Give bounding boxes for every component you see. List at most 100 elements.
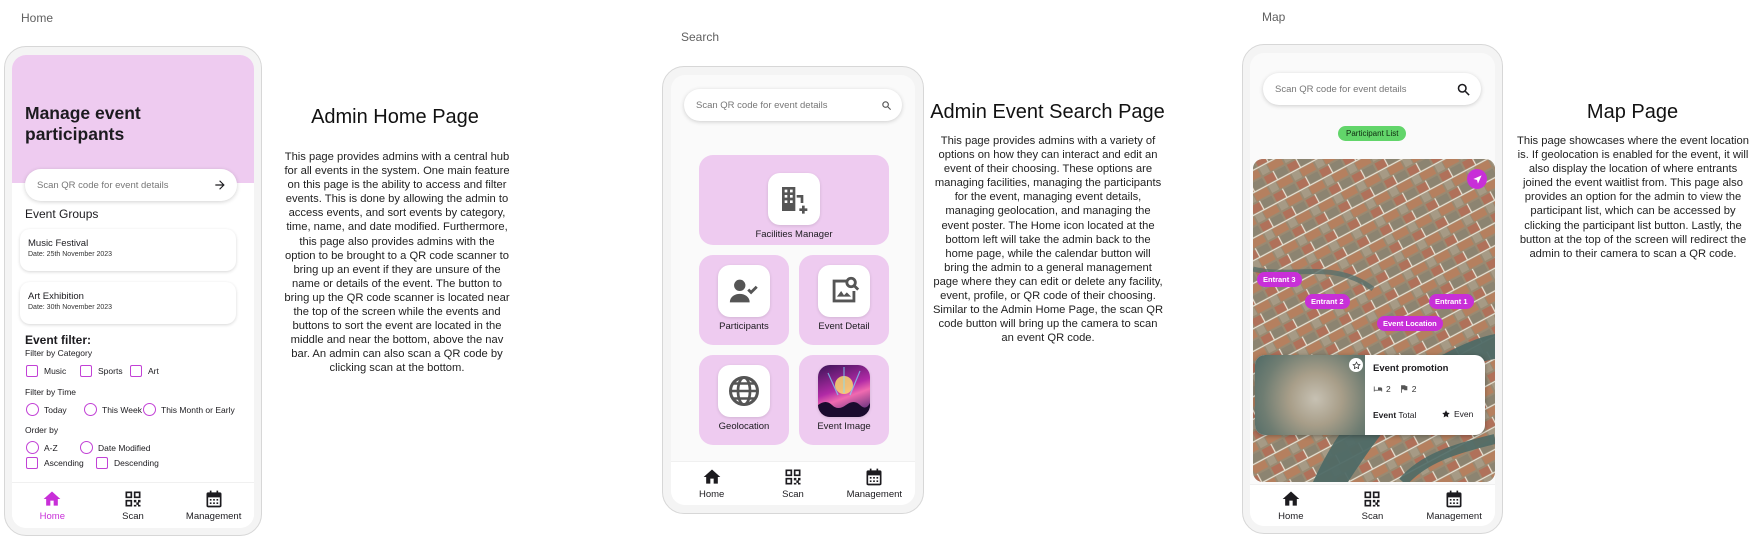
arrow-right-icon[interactable] xyxy=(213,178,227,192)
navigation-arrow-icon xyxy=(1472,174,1482,184)
globe-icon xyxy=(729,376,759,406)
nav-management[interactable]: Management xyxy=(1419,489,1489,522)
event-name: Art Exhibition xyxy=(28,291,84,302)
search-icon[interactable] xyxy=(1456,82,1471,97)
checkbox-art[interactable]: Art xyxy=(130,365,159,377)
promo-title: Event promotion xyxy=(1373,363,1449,374)
bottom-nav: Home Scan Management xyxy=(671,461,915,505)
entrant-1-marker[interactable]: Entrant 1 xyxy=(1429,294,1474,309)
search-input[interactable]: Scan QR code for event details xyxy=(1275,84,1456,95)
geolocation-tile[interactable]: Geolocation xyxy=(699,355,789,445)
filter-heading: Event filter: xyxy=(25,333,92,347)
checkbox-sports[interactable]: Sports xyxy=(80,365,123,377)
radio[interactable] xyxy=(26,441,39,454)
search-desc-body: This page provides admins with a variety… xyxy=(932,135,1164,345)
calendar-icon xyxy=(866,468,882,486)
nav-home[interactable]: Home xyxy=(17,489,87,522)
checkbox[interactable] xyxy=(130,365,142,377)
calendar-icon xyxy=(1446,490,1462,508)
radio[interactable] xyxy=(143,403,156,416)
home-screen: Manage event participants Scan QR code f… xyxy=(12,55,254,528)
radio-this-week[interactable]: This Week xyxy=(84,403,142,416)
nav-management[interactable]: Management xyxy=(179,489,249,522)
home-desc-title: Admin Home Page xyxy=(311,106,479,128)
map-screen: Scan QR code for event details Participa… xyxy=(1250,53,1495,526)
frame-label-home: Home xyxy=(21,11,54,25)
tile-label: Facilities Manager xyxy=(755,229,833,240)
radio[interactable] xyxy=(80,441,93,454)
filter-category-label: Filter by Category xyxy=(25,348,93,358)
qr-code-icon xyxy=(785,469,801,485)
star-outline-icon xyxy=(1351,360,1361,369)
search-phone-frame: Scan QR code for event details Facilitie… xyxy=(662,66,924,514)
nav-home[interactable]: Home xyxy=(1256,489,1326,522)
locate-button[interactable] xyxy=(1467,169,1487,189)
building-add-icon xyxy=(782,187,808,214)
home-icon xyxy=(43,491,61,506)
favorite-button[interactable] xyxy=(1349,358,1363,372)
event-name: Music Festival xyxy=(28,238,89,249)
event-detail-tile[interactable]: Event Detail xyxy=(799,255,889,345)
page-title: Manage event participants xyxy=(25,103,141,144)
home-icon xyxy=(703,469,720,484)
map-view[interactable]: Entrant 3 Entrant 2 Entrant 1 Event Loca… xyxy=(1253,159,1495,482)
entrant-2-marker[interactable]: Entrant 2 xyxy=(1305,294,1350,309)
checkbox[interactable] xyxy=(80,365,92,377)
search-bar[interactable]: Scan QR code for event details xyxy=(684,89,902,121)
search-screen: Scan QR code for event details Facilitie… xyxy=(671,75,915,505)
tile-label: Geolocation xyxy=(718,421,770,432)
checkbox[interactable] xyxy=(96,457,108,469)
nav-home[interactable]: Home xyxy=(677,467,747,500)
checkbox-music[interactable]: Music xyxy=(26,365,66,377)
search-icon[interactable] xyxy=(881,100,892,111)
event-image-tile[interactable]: Event Image xyxy=(799,355,889,445)
tile-label: Event Detail xyxy=(818,321,870,332)
radio-this-month[interactable]: This Month or Early xyxy=(143,403,235,416)
frame-label-map: Map xyxy=(1262,10,1286,24)
promo-rating: Even xyxy=(1441,409,1473,419)
event-promotion-card[interactable]: Event promotion 2 2 Event Total Even xyxy=(1255,355,1485,435)
home-phone-frame: Manage event participants Scan QR code f… xyxy=(4,46,262,536)
map-desc-title: Map Page xyxy=(1586,101,1679,123)
search-bar[interactable]: Scan QR code for event details xyxy=(25,169,237,201)
frame-label-search: Search xyxy=(681,30,720,44)
nav-scan[interactable]: Scan xyxy=(758,467,828,500)
event-card[interactable]: Art Exhibition Date: 30th November 2023 xyxy=(20,282,236,324)
radio[interactable] xyxy=(26,403,39,416)
promo-stats: 2 2 xyxy=(1373,384,1416,394)
tile-label: Event Image xyxy=(817,421,871,432)
radio[interactable] xyxy=(84,403,97,416)
event-date: Date: 30th November 2023 xyxy=(28,304,113,311)
radio-date-modified[interactable]: Date Modified xyxy=(80,441,150,454)
participants-icon-box xyxy=(718,265,770,317)
radio-today[interactable]: Today xyxy=(26,403,67,416)
checkbox[interactable] xyxy=(26,457,38,469)
star-icon xyxy=(1442,410,1450,418)
nav-scan[interactable]: Scan xyxy=(98,489,168,522)
event-card[interactable]: Music Festival Date: 25th November 2023 xyxy=(20,229,236,271)
facilities-manager-tile[interactable]: Facilities Manager xyxy=(699,155,889,245)
checkbox-ascending[interactable]: Ascending xyxy=(26,457,84,469)
home-desc-body: This page provides admins with a central… xyxy=(284,151,510,375)
participant-list-button[interactable]: Participant List xyxy=(1338,126,1407,141)
home-icon xyxy=(1282,491,1300,506)
radio-a-z[interactable]: A-Z xyxy=(26,441,58,454)
checkbox-descending[interactable]: Descending xyxy=(96,457,159,469)
order-label: Order by xyxy=(25,425,59,435)
search-input[interactable]: Scan QR code for event details xyxy=(37,180,213,191)
event-groups-heading: Event Groups xyxy=(25,207,99,221)
nav-management[interactable]: Management xyxy=(839,467,909,500)
event-detail-icon-box xyxy=(818,265,870,317)
entrant-3-marker[interactable]: Entrant 3 xyxy=(1257,272,1302,287)
search-bar[interactable]: Scan QR code for event details xyxy=(1263,73,1481,105)
geolocation-icon-box xyxy=(718,365,770,417)
map-phone-frame: Scan QR code for event details Participa… xyxy=(1242,44,1503,534)
flag-icon xyxy=(1400,385,1408,393)
checkbox[interactable] xyxy=(26,365,38,377)
nav-scan[interactable]: Scan xyxy=(1337,489,1407,522)
participants-tile[interactable]: Participants xyxy=(699,255,789,345)
search-input[interactable]: Scan QR code for event details xyxy=(696,100,881,111)
facilities-icon-box xyxy=(768,173,820,225)
event-location-marker[interactable]: Event Location xyxy=(1377,316,1443,331)
bed-icon xyxy=(1373,386,1383,392)
